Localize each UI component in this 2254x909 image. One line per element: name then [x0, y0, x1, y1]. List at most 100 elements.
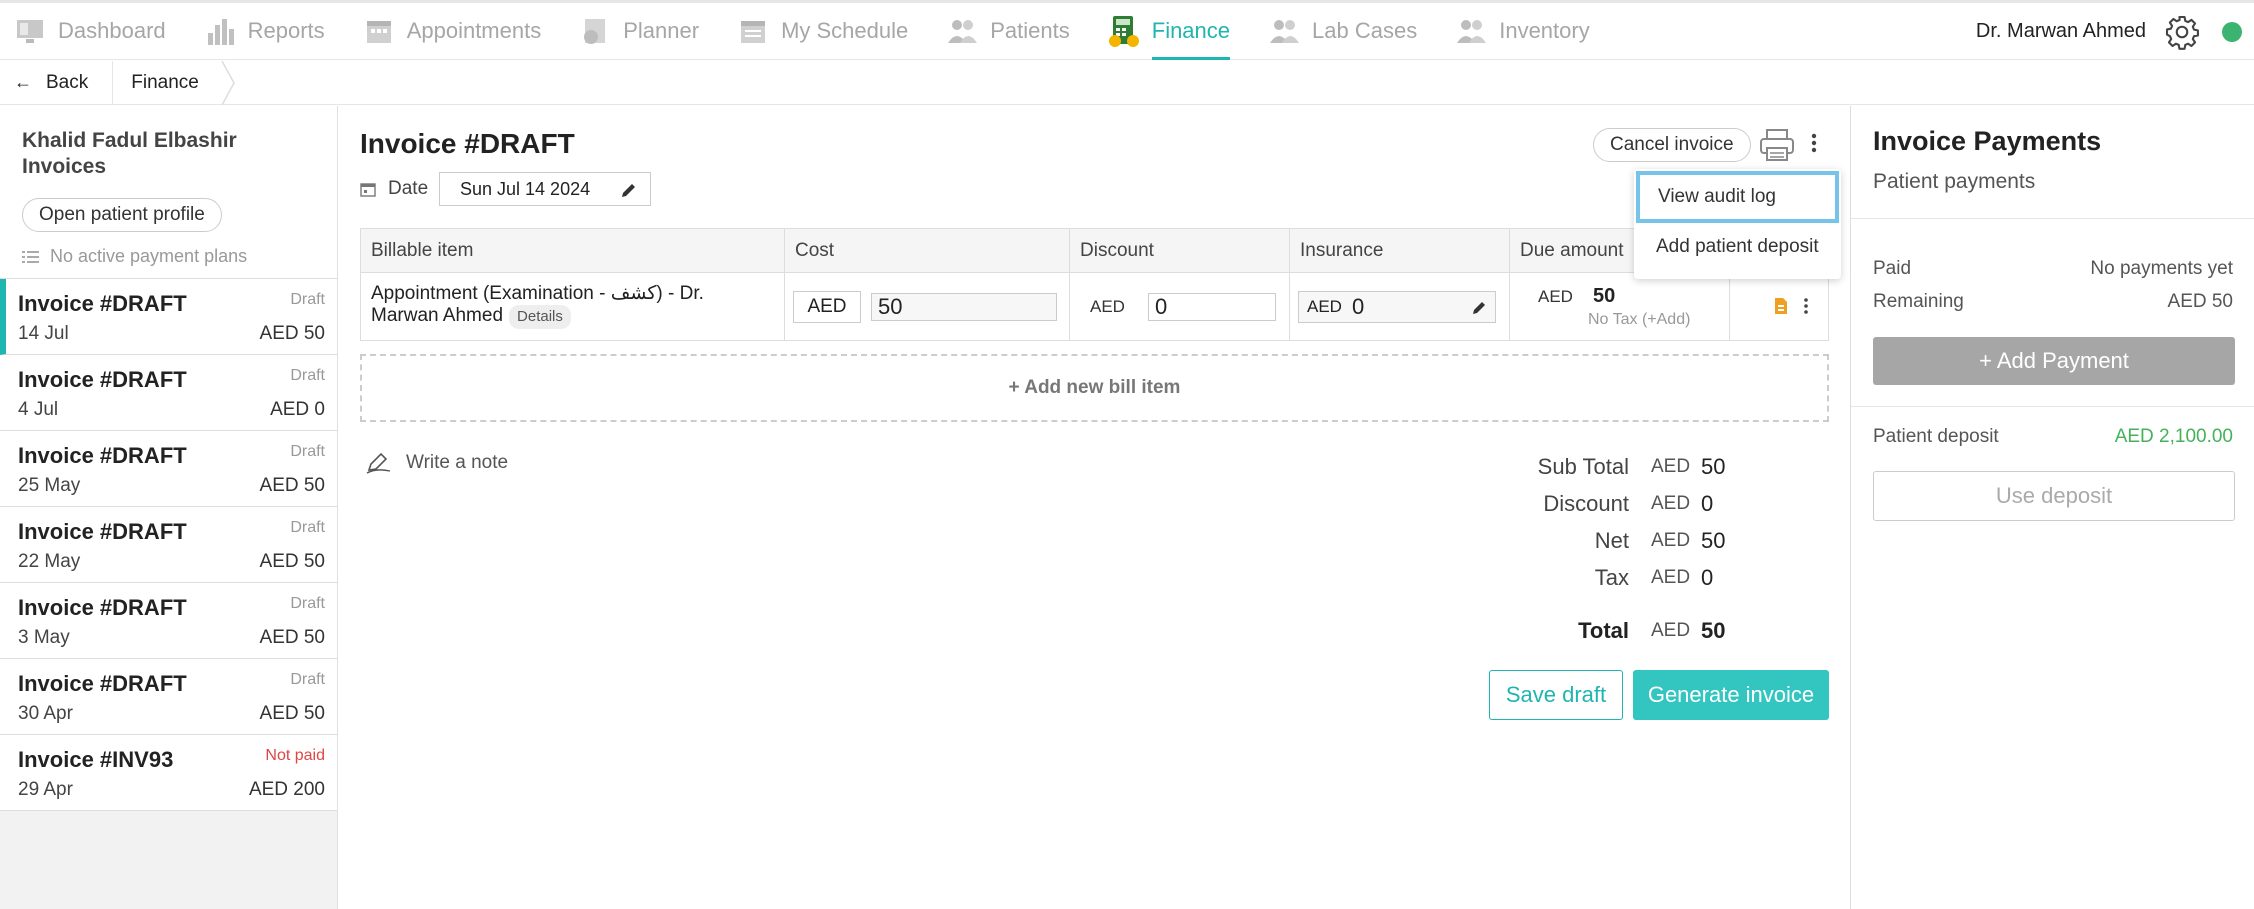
note-pen-icon: [366, 452, 391, 474]
cost-input[interactable]: 50: [871, 293, 1057, 321]
nav-dashboard[interactable]: Dashboard: [12, 3, 166, 60]
menu-item-add-patient-deposit[interactable]: Add patient deposit: [1634, 223, 1841, 271]
page-title: Invoice #DRAFT: [360, 128, 575, 159]
totals-currency: AED: [1651, 566, 1691, 588]
nav-label: Reports: [247, 18, 325, 43]
nav-lab-cases[interactable]: Lab Cases: [1266, 3, 1417, 60]
nav-my-schedule[interactable]: My Schedule: [735, 3, 908, 60]
totals-value: 50: [1701, 527, 1726, 553]
totals-row: Discount AED 0: [1339, 485, 1829, 522]
invoices-heading: Invoices: [22, 155, 107, 178]
patients-icon: [944, 13, 980, 49]
write-note-link[interactable]: Write a note: [366, 452, 508, 474]
nav-label: Lab Cases: [1312, 18, 1418, 43]
invoice-amount: AED 50: [259, 475, 325, 496]
nav-inventory[interactable]: Inventory: [1453, 3, 1590, 60]
invoice-list-item[interactable]: Invoice #INV93 Not paid 29 Apr AED 200: [0, 735, 337, 811]
invoice-list-item[interactable]: Invoice #DRAFT Draft 22 May AED 50: [0, 507, 337, 583]
more-vertical-icon[interactable]: [1809, 132, 1819, 158]
invoice-totals: Sub Total AED 50 Discount AED 0 Net AED …: [1339, 448, 1829, 649]
invoice-date: 22 May: [18, 551, 81, 572]
date-field[interactable]: Sun Jul 14 2024: [439, 172, 651, 206]
invoice-amount: AED 0: [270, 399, 325, 420]
table-row: Appointment (Examination - كشف) - Dr. Ma…: [361, 273, 1828, 340]
total-label: Total: [1578, 617, 1629, 643]
column-header: Billable item: [361, 229, 785, 272]
nav-label: Patients: [990, 18, 1070, 43]
insurance-field[interactable]: AED 0: [1298, 291, 1496, 323]
use-deposit-button[interactable]: Use deposit: [1873, 471, 2235, 521]
more-vertical-icon[interactable]: [1802, 297, 1810, 317]
due-value: 50: [1593, 285, 1616, 307]
column-header: Insurance: [1290, 229, 1510, 272]
nav-reports[interactable]: Reports: [202, 3, 325, 60]
add-tax-link[interactable]: No Tax (+Add): [1588, 311, 1690, 329]
nav-planner[interactable]: Planner: [577, 3, 699, 60]
printer-icon[interactable]: [1759, 128, 1795, 162]
nav-appointments[interactable]: Appointments: [361, 3, 541, 60]
details-button[interactable]: Details: [509, 305, 571, 329]
breadcrumb-finance[interactable]: Finance: [113, 61, 235, 105]
planner-icon: [577, 13, 613, 49]
totals-row: Net AED 50: [1339, 522, 1829, 559]
column-header: Discount: [1070, 229, 1290, 272]
invoice-list-item[interactable]: Invoice #DRAFT Draft 14 Jul AED 50: [0, 279, 337, 355]
insurance-currency: AED: [1307, 297, 1342, 316]
totals-currency: AED: [1651, 529, 1691, 551]
invoice-list-item[interactable]: Invoice #DRAFT Draft 30 Apr AED 50: [0, 659, 337, 735]
remaining-label: Remaining: [1873, 291, 1964, 312]
pencil-icon[interactable]: [620, 181, 638, 199]
pencil-icon[interactable]: [1471, 300, 1487, 316]
nav-label: Inventory: [1499, 18, 1590, 43]
due-currency: AED: [1538, 287, 1573, 306]
invoice-list-item[interactable]: Invoice #DRAFT Draft 4 Jul AED 0: [0, 355, 337, 431]
user-name[interactable]: Dr. Marwan Ahmed: [1976, 20, 2146, 43]
nav-finance[interactable]: Finance: [1106, 3, 1231, 60]
lab-cases-icon: [1266, 13, 1302, 49]
totals-label: Sub Total: [1537, 453, 1629, 479]
invoice-list-item[interactable]: Invoice #DRAFT Draft 3 May AED 50: [0, 583, 337, 659]
deposit-label: Patient deposit: [1873, 426, 1999, 447]
totals-label: Net: [1594, 527, 1629, 553]
save-draft-button[interactable]: Save draft: [1489, 670, 1623, 720]
user-area: Dr. Marwan Ahmed: [1976, 3, 2242, 60]
nav-label: Dashboard: [58, 18, 166, 43]
cancel-invoice-button[interactable]: Cancel invoice: [1593, 128, 1751, 162]
generate-invoice-button[interactable]: Generate invoice: [1633, 670, 1829, 720]
payment-plans-status: No active payment plans: [22, 246, 337, 267]
discount-input[interactable]: 0: [1148, 293, 1276, 321]
document-icon[interactable]: [1774, 297, 1788, 315]
nav-patients[interactable]: Patients: [944, 3, 1070, 60]
remaining-value: AED 50: [2167, 291, 2233, 312]
open-patient-profile-button[interactable]: Open patient profile: [22, 198, 222, 232]
totals-row: Tax AED 0: [1339, 559, 1829, 596]
back-button[interactable]: ← Back: [0, 61, 114, 104]
totals-currency: AED: [1651, 492, 1691, 514]
payments-title: Invoice Payments: [1873, 126, 2102, 156]
invoice-actions-menu: View audit log Add patient deposit: [1634, 169, 1841, 279]
discount-cell: AED 0: [1070, 273, 1290, 340]
totals-currency: AED: [1651, 455, 1691, 477]
invoice-title: Invoice #INV93: [18, 747, 174, 772]
arrow-left-icon: ←: [14, 72, 32, 92]
bill-items-table: Billable item Cost Discount Insurance Du…: [360, 228, 1829, 341]
write-note-text: Write a note: [406, 452, 509, 473]
column-header: Cost: [785, 229, 1070, 272]
totals-value: 0: [1701, 564, 1714, 590]
total-currency: AED: [1651, 619, 1691, 641]
menu-item-view-audit-log[interactable]: View audit log: [1636, 171, 1839, 223]
invoice-date: 30 Apr: [18, 703, 73, 724]
gear-icon[interactable]: [2164, 14, 2200, 50]
add-bill-item-button[interactable]: + Add new bill item: [360, 354, 1829, 422]
invoice-amount: AED 50: [259, 703, 325, 724]
patient-name: Khalid Fadul Elbashir Invoices: [22, 128, 282, 180]
invoice-list-item[interactable]: Invoice #DRAFT Draft 25 May AED 50: [0, 431, 337, 507]
top-nav: Dashboard Reports Appointments Planner M…: [0, 0, 2254, 60]
discount-currency: AED: [1090, 297, 1125, 316]
add-payment-button[interactable]: + Add Payment: [1873, 337, 2235, 385]
no-plans-text: No active payment plans: [50, 246, 248, 266]
breadcrumb-separator-icon: [221, 61, 235, 105]
invoice-title: Invoice #DRAFT: [18, 291, 187, 316]
cost-currency-select[interactable]: AED: [793, 291, 861, 323]
nav-label: Finance: [1151, 18, 1231, 43]
